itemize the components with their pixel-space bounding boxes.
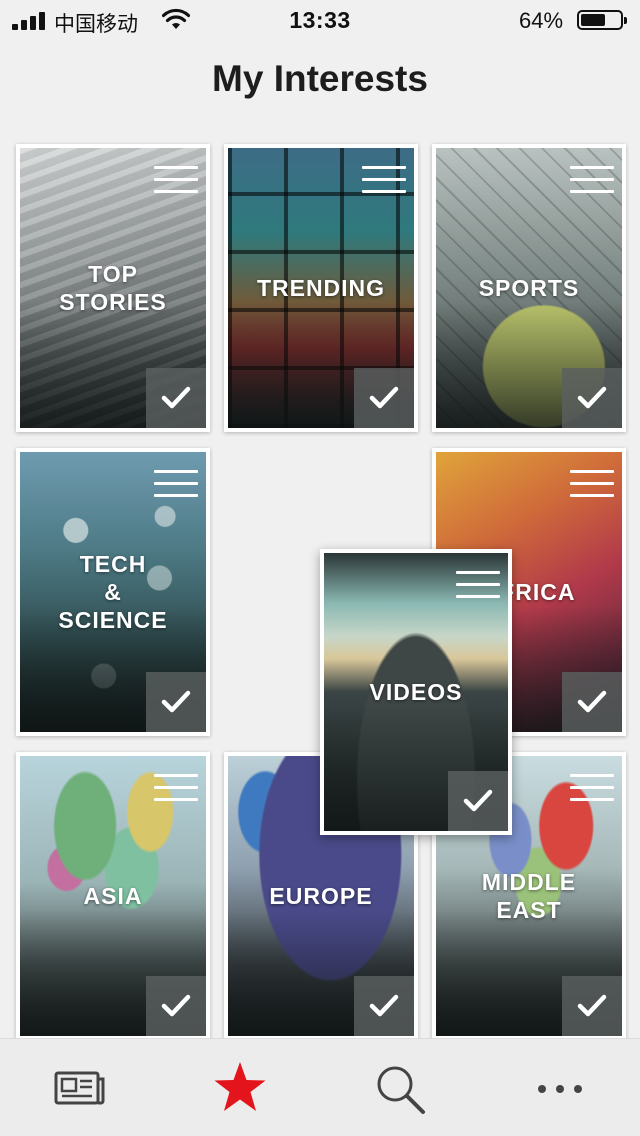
drag-handle-icon[interactable]: [154, 166, 198, 194]
tile-label: TECH & SCIENCE: [58, 551, 168, 633]
checkmark-icon: [577, 994, 607, 1017]
checkmark-icon: [369, 386, 399, 409]
checkmark-icon: [161, 386, 191, 409]
tab-bar: [0, 1038, 640, 1136]
checkmark-toggle[interactable]: [146, 976, 206, 1036]
checkmark-toggle[interactable]: [562, 672, 622, 732]
status-bar: 中国移动 13:33 64%: [0, 0, 640, 40]
drag-handle-icon[interactable]: [154, 774, 198, 802]
tile-label: ASIA: [83, 883, 143, 909]
search-icon: [377, 1066, 425, 1114]
drag-handle-icon[interactable]: [456, 571, 500, 599]
interest-tile-trending[interactable]: TRENDING: [224, 144, 418, 432]
checkmark-toggle[interactable]: [354, 976, 414, 1036]
battery-fill: [581, 14, 605, 26]
checkmark-icon: [577, 386, 607, 409]
more-icon: [538, 1085, 582, 1093]
page-title: My Interests: [212, 58, 428, 99]
tab-search[interactable]: [320, 1039, 480, 1136]
tile-label: VIDEOS: [369, 679, 463, 705]
star-icon: [214, 1062, 266, 1111]
checkmark-toggle[interactable]: [146, 368, 206, 428]
checkmark-toggle[interactable]: [562, 976, 622, 1036]
drag-handle-icon[interactable]: [570, 470, 614, 498]
tab-more[interactable]: [480, 1039, 640, 1136]
interest-tile-sports[interactable]: SPORTS: [432, 144, 626, 432]
battery-icon: [577, 10, 627, 30]
tab-interests[interactable]: [160, 1039, 320, 1136]
checkmark-icon: [463, 789, 493, 812]
checkmark-icon: [577, 690, 607, 713]
checkmark-toggle[interactable]: [354, 368, 414, 428]
drag-handle-icon[interactable]: [570, 166, 614, 194]
interest-tile-tech-science[interactable]: TECH & SCIENCE: [16, 448, 210, 736]
interest-tile-videos-dragging[interactable]: VIDEOS: [320, 549, 512, 835]
tile-label: EUROPE: [269, 883, 373, 909]
checkmark-toggle[interactable]: [562, 368, 622, 428]
drag-handle-icon[interactable]: [362, 166, 406, 194]
interest-tile-top-stories[interactable]: TOP STORIES: [16, 144, 210, 432]
checkmark-icon: [369, 994, 399, 1017]
tile-label: TRENDING: [256, 275, 386, 301]
tile-label: TOP STORIES: [59, 261, 167, 315]
newspaper-icon: [54, 1071, 105, 1105]
checkmark-icon: [161, 690, 191, 713]
checkmark-toggle[interactable]: [448, 771, 508, 831]
interest-tile-asia[interactable]: ASIA: [16, 752, 210, 1040]
checkmark-icon: [161, 994, 191, 1017]
tile-label: MIDDLE EAST: [481, 869, 577, 923]
checkmark-toggle[interactable]: [146, 672, 206, 732]
drag-handle-icon[interactable]: [570, 774, 614, 802]
drag-handle-icon[interactable]: [154, 470, 198, 498]
tab-news[interactable]: [0, 1039, 160, 1136]
battery-percent: 64%: [519, 8, 564, 33]
tile-label: SPORTS: [478, 275, 580, 301]
